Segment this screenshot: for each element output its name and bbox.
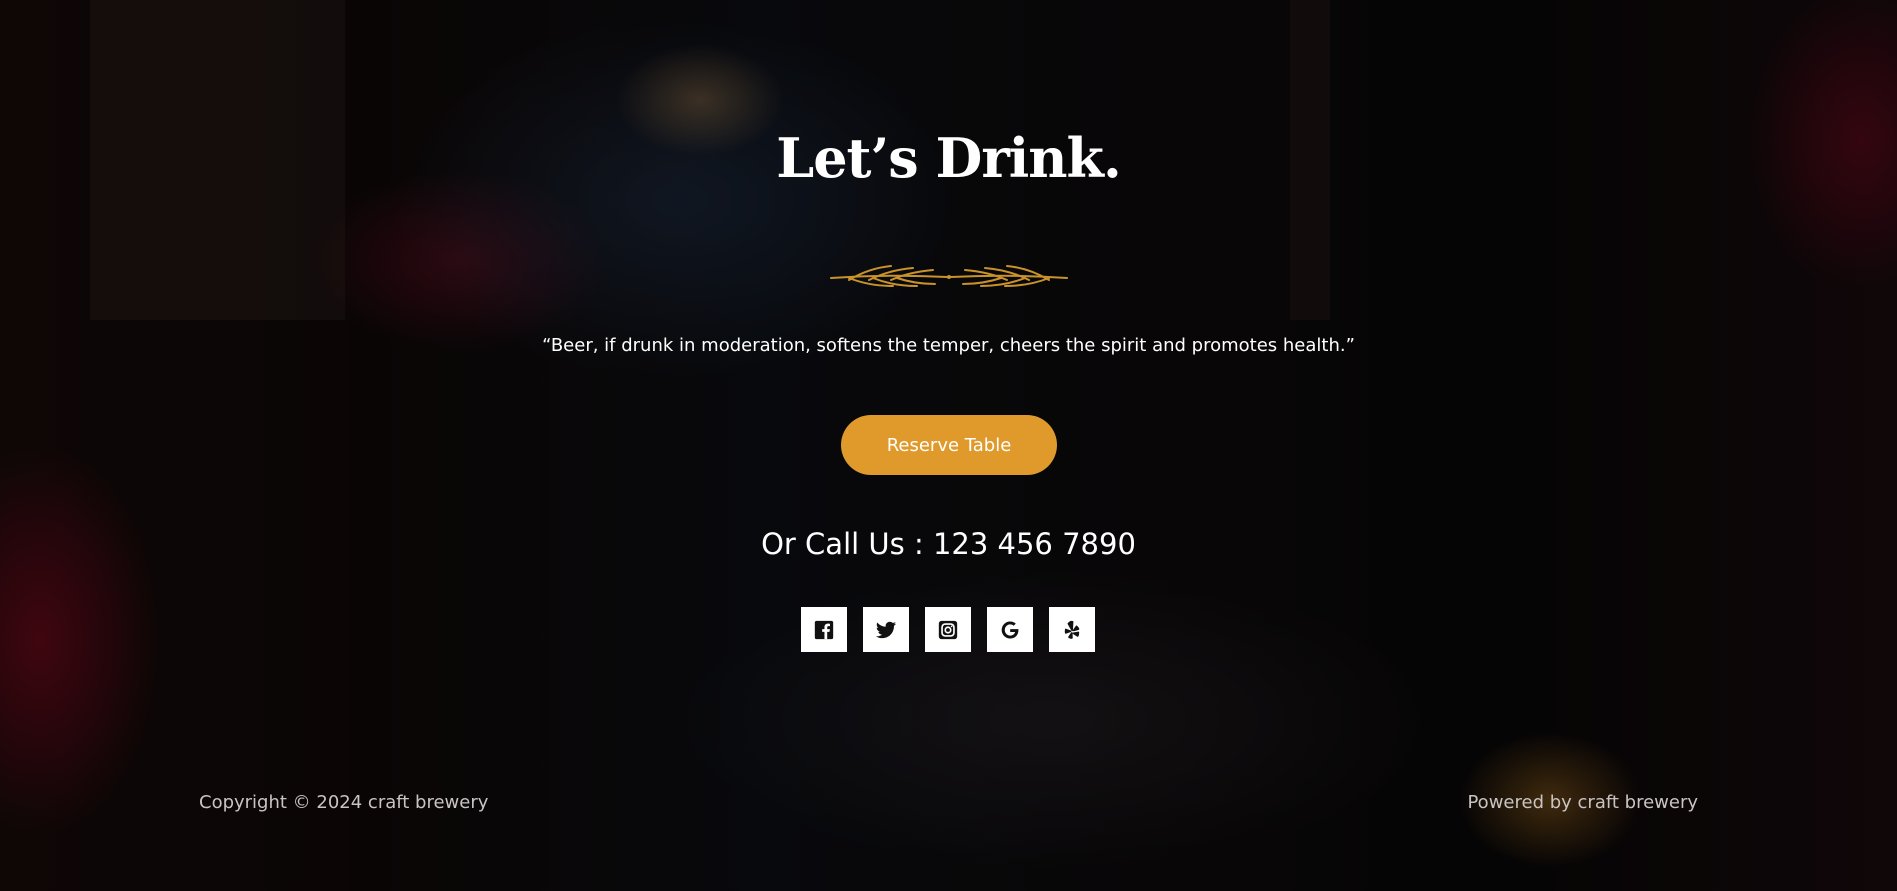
yelp-icon	[1064, 620, 1080, 639]
facebook-icon	[814, 620, 834, 639]
social-link-instagram[interactable]	[925, 607, 971, 652]
wheat-divider-icon	[830, 265, 1068, 287]
instagram-icon	[938, 620, 958, 639]
twitter-icon	[875, 621, 897, 638]
copyright-text: Copyright © 2024 craft brewery	[199, 792, 489, 813]
social-link-twitter[interactable]	[863, 607, 909, 652]
powered-by-text: Powered by craft brewery	[1467, 792, 1698, 813]
reserve-table-button[interactable]: Reserve Table	[841, 415, 1057, 475]
social-link-google[interactable]	[987, 607, 1033, 652]
hero-content: Let’s Drink. “Beer, if drunk in moderati…	[0, 0, 1897, 891]
social-link-facebook[interactable]	[801, 607, 847, 652]
social-links	[801, 607, 1095, 652]
page-title: Let’s Drink.	[776, 126, 1122, 190]
hero-section: Let’s Drink. “Beer, if drunk in moderati…	[0, 0, 1897, 891]
google-icon	[1001, 620, 1019, 639]
call-us-text: Or Call Us : 123 456 7890	[761, 527, 1136, 561]
social-link-yelp[interactable]	[1049, 607, 1095, 652]
hero-quote: “Beer, if drunk in moderation, softens t…	[542, 335, 1355, 356]
